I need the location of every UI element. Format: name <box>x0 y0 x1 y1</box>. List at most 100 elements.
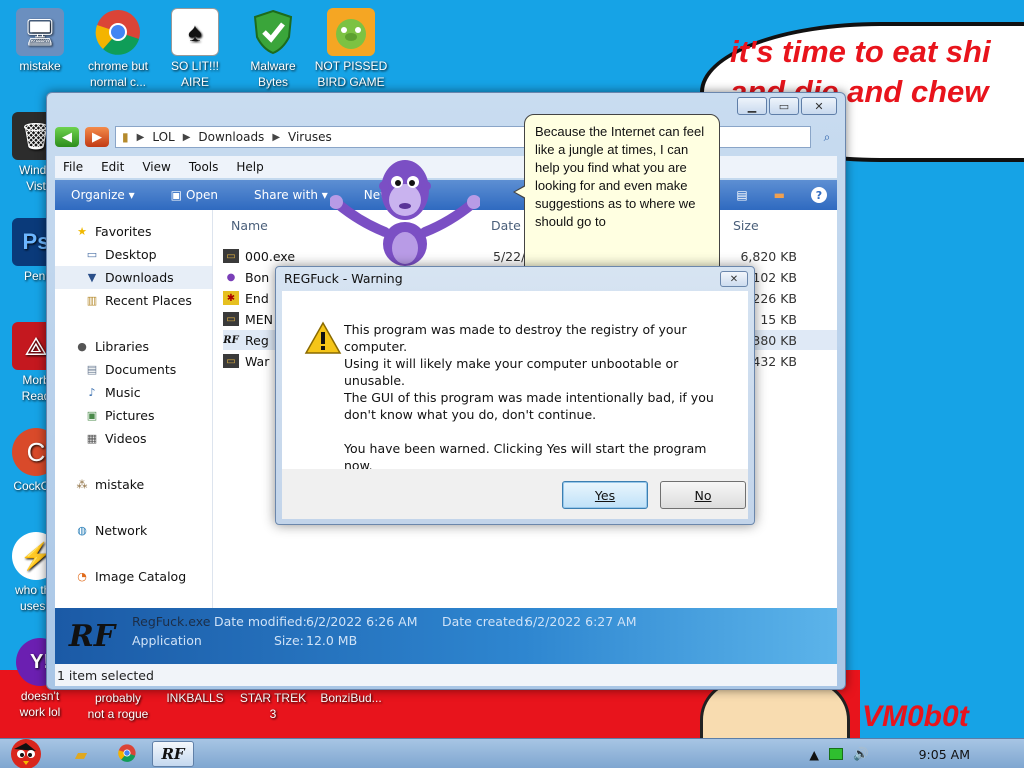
dialog-title: REGFuck - Warning <box>284 271 403 286</box>
view-options-icon[interactable]: ▤ <box>736 188 747 202</box>
start-button[interactable] <box>4 737 48 768</box>
search-icon[interactable]: ⌕ <box>817 127 837 147</box>
file-name: End <box>245 290 269 306</box>
menu-tools[interactable]: Tools <box>189 160 219 174</box>
column-size[interactable]: Size <box>733 218 759 233</box>
folder-icon: ▮ <box>122 130 129 144</box>
menu-edit[interactable]: Edit <box>101 160 124 174</box>
taskbar-chrome[interactable] <box>106 741 148 767</box>
details-size-value: 12.0 MB <box>306 633 358 648</box>
nav-label: mistake <box>95 477 145 492</box>
organize-button[interactable]: Organize ▾ <box>71 188 135 202</box>
desktop-icon-inkballs[interactable]: INKBALLS <box>155 690 235 706</box>
chrome-icon <box>118 743 136 765</box>
menu-file[interactable]: File <box>63 160 83 174</box>
forward-button[interactable]: ▶ <box>85 127 109 147</box>
desktop-icon-label: probably not a rogue <box>87 691 149 721</box>
close-icon: ✕ <box>729 273 739 285</box>
tray-expand-icon[interactable]: ▲ <box>809 747 819 762</box>
nav-favorites[interactable]: ★ Favorites <box>55 220 212 243</box>
desktop-icon-star-trek[interactable]: STAR TREK 3 <box>233 690 313 722</box>
menu-help[interactable]: Help <box>236 160 263 174</box>
close-button[interactable]: ✕ <box>801 97 837 115</box>
desktop-icon-solitaire[interactable]: ♠ SO LIT!!! AIRE <box>155 8 235 90</box>
column-date[interactable]: Date <box>491 218 521 233</box>
nav-music[interactable]: ♪ Music <box>55 381 212 404</box>
regfuck-icon: RF <box>161 745 185 763</box>
toolbar-right: ▤ ▬ ? <box>736 187 827 203</box>
desktop-icon-malwarebytes[interactable]: Malware Bytes <box>233 8 313 90</box>
details-size-label: Size: <box>274 633 304 648</box>
file-size: 15 KB <box>760 311 797 327</box>
desktop-icon-rogue[interactable]: probably not a rogue <box>78 690 158 722</box>
yes-button[interactable]: Yes <box>562 481 648 509</box>
desktop-icon-label: NOT PISSED BIRD GAME <box>314 59 388 89</box>
nav-desktop[interactable]: ▭ Desktop <box>55 243 212 266</box>
details-created-label: Date created: <box>442 614 528 629</box>
nav-videos[interactable]: ▦ Videos <box>55 427 212 450</box>
exe-icon: ▭ <box>223 312 239 326</box>
clock[interactable]: 9:05 AM <box>919 747 970 762</box>
network-status-icon[interactable] <box>829 748 844 760</box>
arrow-right-icon: ▶ <box>92 129 102 145</box>
nav-recent-places[interactable]: ▥ Recent Places <box>55 289 212 312</box>
breadcrumb-separator-icon: ▶ <box>182 131 191 143</box>
desktop-icon-label: mistake <box>19 59 61 73</box>
share-with-button[interactable]: Share with ▾ <box>254 188 328 202</box>
details-created-value: 6/2/2022 6:27 AM <box>525 614 637 629</box>
dialog-body: This program was made to destroy the reg… <box>282 291 748 473</box>
no-button[interactable]: No <box>660 481 746 509</box>
nav-label: Documents <box>105 362 177 377</box>
balloon-text: Because the Internet can feel like a jun… <box>535 124 705 229</box>
bonzi-speech-balloon[interactable]: Because the Internet can feel like a jun… <box>513 114 720 276</box>
volume-icon[interactable]: 🔊 <box>853 746 869 762</box>
column-name[interactable]: Name <box>231 218 268 233</box>
nav-label: Favorites <box>95 224 152 239</box>
breadcrumb-item[interactable]: Viruses <box>288 130 332 144</box>
nav-network[interactable]: ◍ Network <box>55 519 212 542</box>
taskbar-regfuck[interactable]: RF <box>152 741 194 767</box>
desktop-icon-label: Malware Bytes <box>250 59 296 89</box>
nav-downloads[interactable]: ▼ Downloads <box>55 266 212 289</box>
dialog-footer: Yes No <box>282 469 748 519</box>
desktop-icon-bonzibuddy[interactable]: BonziBud... <box>311 690 391 706</box>
breadcrumb-item[interactable]: Downloads <box>198 130 264 144</box>
music-icon: ♪ <box>88 386 96 399</box>
maximize-button[interactable]: ▭ <box>769 97 799 115</box>
nav-homegroup-mistake[interactable]: ⁂ mistake <box>55 473 212 496</box>
image-catalog-icon: ◔ <box>77 570 87 583</box>
wallpaper-signature: VM0b0t <box>862 700 969 733</box>
nav-label: Downloads <box>105 270 174 285</box>
nav-pictures[interactable]: ▣ Pictures <box>55 404 212 427</box>
details-modified-value: 6/2/2022 6:26 AM <box>306 614 418 629</box>
maximize-icon: ▭ <box>778 99 790 113</box>
dialog-close-button[interactable]: ✕ <box>720 271 748 287</box>
minimize-button[interactable]: ▁ <box>737 97 767 115</box>
nav-libraries[interactable]: ● Libraries <box>55 335 212 358</box>
network-icon: ◍ <box>77 524 87 537</box>
breadcrumb-item[interactable]: LOL <box>152 130 174 144</box>
back-button[interactable]: ◀ <box>55 127 79 147</box>
warning-dialog: REGFuck - Warning ✕ This program was mad… <box>275 266 755 525</box>
desktop-icon-mistake[interactable]: 🖥 mistake <box>0 8 80 74</box>
desktop-icon-chrome[interactable]: chrome but normal c... <box>78 8 158 90</box>
regfuck-icon: RF <box>223 334 239 346</box>
nav-image-catalog[interactable]: ◔ Image Catalog <box>55 565 212 588</box>
help-icon[interactable]: ? <box>811 187 827 203</box>
details-filename: RegFuck.exe <box>132 614 211 629</box>
preview-pane-icon[interactable]: ▬ <box>774 188 785 202</box>
arrow-left-icon: ◀ <box>62 129 72 145</box>
nav-documents[interactable]: ▤ Documents <box>55 358 212 381</box>
close-icon: ✕ <box>814 99 824 113</box>
bonzi-buddy-character[interactable] <box>329 152 481 267</box>
file-name: War <box>245 353 270 369</box>
taskbar-explorer[interactable]: ▰ <box>60 741 102 767</box>
desktop-icon-label: chrome but normal c... <box>87 59 149 89</box>
libraries-icon: ● <box>77 340 87 353</box>
open-button[interactable]: ▣ Open <box>171 188 218 202</box>
menu-view[interactable]: View <box>142 160 170 174</box>
desktop-icon-bird-game[interactable]: NOT PISSED BIRD GAME <box>311 8 391 90</box>
status-bar: 1 item selected <box>55 664 837 686</box>
